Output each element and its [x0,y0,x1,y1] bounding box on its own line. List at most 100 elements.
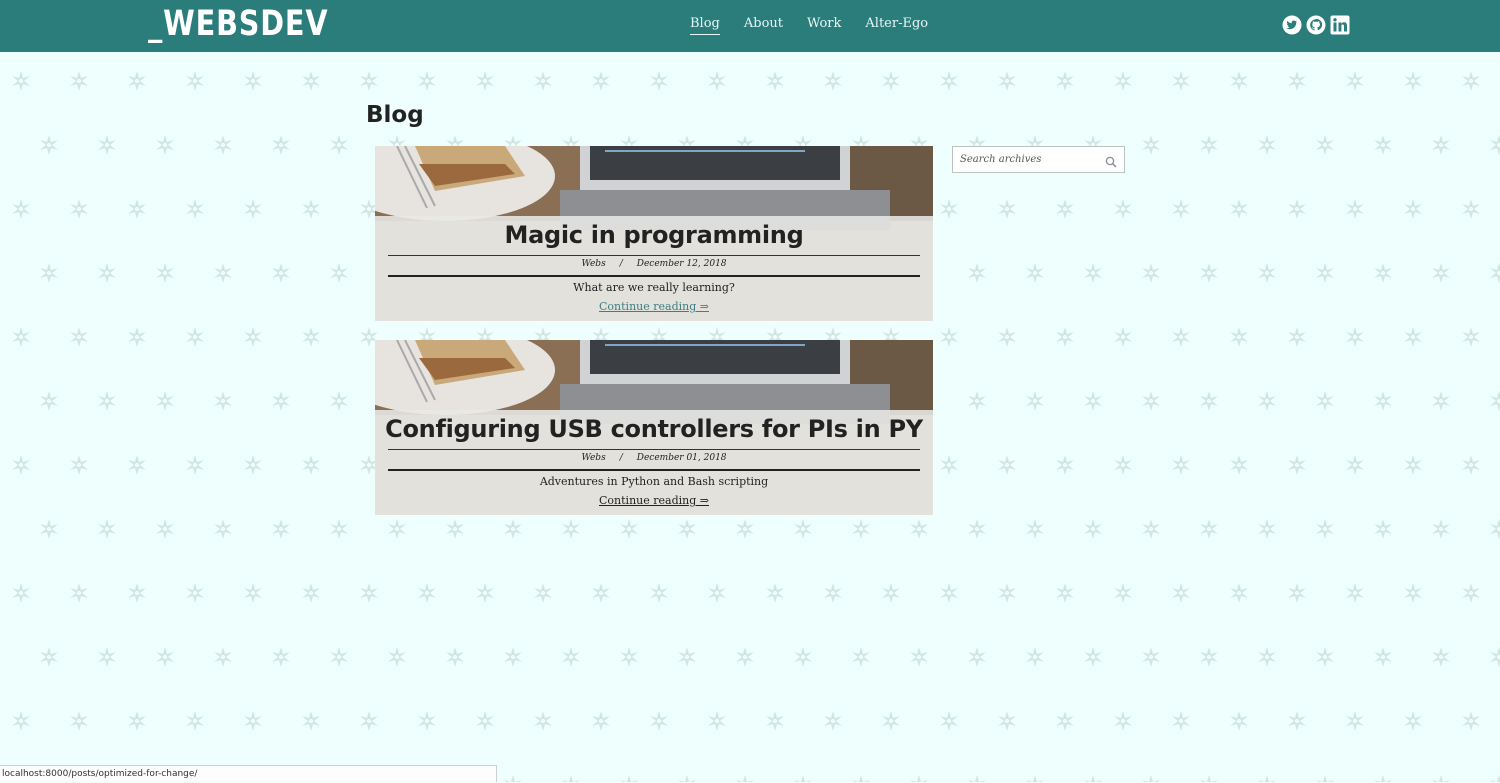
search-icon[interactable] [1105,153,1117,168]
page-title: Blog [366,102,424,128]
nav-about[interactable]: About [744,16,783,35]
pattern-star-icon [184,326,206,348]
post-date: December 12, 2018 [636,259,727,269]
pattern-star-icon [184,582,206,604]
pattern-star-icon [242,326,264,348]
divider [388,469,920,471]
pattern-star-icon [328,518,350,540]
pattern-star-icon [1460,582,1482,604]
pattern-star-icon [10,710,32,732]
site-logo[interactable]: _WEBSDEV [148,4,328,44]
pattern-star-icon [502,646,524,668]
pattern-star-icon [1112,326,1134,348]
linkedin-icon[interactable] [1330,15,1350,35]
pattern-star-icon [1256,134,1278,156]
social-links [1282,15,1350,35]
github-icon[interactable] [1306,15,1326,35]
pattern-star-icon [68,710,90,732]
pattern-star-icon [126,710,148,732]
post-title[interactable]: Configuring USB controllers for PIs in P… [375,415,933,443]
post-card[interactable]: Configuring USB controllers for PIs in P… [375,340,933,515]
post-card[interactable]: Magic in programming Webs / December 12, 2… [375,146,933,321]
pattern-star-icon [358,582,380,604]
pattern-star-icon [1256,774,1278,782]
search-input[interactable] [953,147,1098,172]
meta-separator: / [619,259,623,269]
pattern-star-icon [1372,390,1394,412]
pattern-star-icon [242,198,264,220]
pattern-star-icon [938,326,960,348]
pattern-star-icon [1198,518,1220,540]
pattern-star-icon [242,710,264,732]
pattern-star-icon [154,134,176,156]
pattern-star-icon [966,774,988,782]
pattern-star-icon [1488,774,1500,782]
pattern-star-icon [416,582,438,604]
pattern-star-icon [1140,518,1162,540]
post-date: December 01, 2018 [636,453,727,463]
pattern-star-icon [908,518,930,540]
pattern-star-icon [328,390,350,412]
pattern-star-icon [822,582,844,604]
nav-work[interactable]: Work [807,16,841,35]
pattern-star-icon [358,70,380,92]
pattern-star-icon [850,646,872,668]
pattern-star-icon [10,582,32,604]
pattern-star-icon [212,646,234,668]
pattern-star-icon [1344,70,1366,92]
pattern-star-icon [648,710,670,732]
pattern-star-icon [850,774,872,782]
pattern-star-icon [938,710,960,732]
pattern-star-icon [1024,774,1046,782]
pattern-star-icon [1314,134,1336,156]
pattern-star-icon [1286,454,1308,476]
pattern-star-icon [1112,70,1134,92]
pattern-star-icon [792,646,814,668]
pattern-star-icon [184,454,206,476]
pattern-star-icon [996,582,1018,604]
pattern-star-icon [1286,70,1308,92]
pattern-star-icon [1228,582,1250,604]
pattern-star-icon [822,710,844,732]
pattern-star-icon [764,710,786,732]
twitter-icon[interactable] [1282,15,1302,35]
pattern-star-icon [270,262,292,284]
pattern-star-icon [300,710,322,732]
pattern-star-icon [966,646,988,668]
main-nav: Blog About Work Alter-Ego [690,16,928,35]
pattern-star-icon [126,70,148,92]
pattern-star-icon [1170,454,1192,476]
pattern-star-icon [1112,582,1134,604]
pattern-star-icon [270,646,292,668]
pattern-star-icon [38,518,60,540]
continue-reading-link[interactable]: Continue reading ⇒ [599,300,709,313]
pattern-star-icon [764,70,786,92]
pattern-star-icon [1054,454,1076,476]
pattern-star-icon [1054,70,1076,92]
pattern-star-icon [416,710,438,732]
pattern-star-icon [676,518,698,540]
pattern-star-icon [1024,390,1046,412]
pattern-star-icon [1054,326,1076,348]
pattern-star-icon [1372,646,1394,668]
pattern-star-icon [1140,390,1162,412]
pattern-star-icon [1228,326,1250,348]
pattern-star-icon [1344,454,1366,476]
pattern-star-icon [96,134,118,156]
post-title[interactable]: Magic in programming [375,221,933,249]
pattern-star-icon [648,70,670,92]
pattern-star-icon [242,454,264,476]
pattern-star-icon [1402,710,1424,732]
pattern-star-icon [1314,646,1336,668]
nav-blog[interactable]: Blog [690,16,720,35]
pattern-star-icon [1430,646,1452,668]
pattern-star-icon [1112,454,1134,476]
pattern-star-icon [1402,454,1424,476]
continue-reading-link[interactable]: Continue reading ⇒ [599,494,709,507]
nav-alter-ego[interactable]: Alter-Ego [865,16,928,35]
pattern-star-icon [270,518,292,540]
pattern-star-icon [416,70,438,92]
pattern-star-icon [328,262,350,284]
pattern-star-icon [1286,710,1308,732]
pattern-star-icon [1256,518,1278,540]
